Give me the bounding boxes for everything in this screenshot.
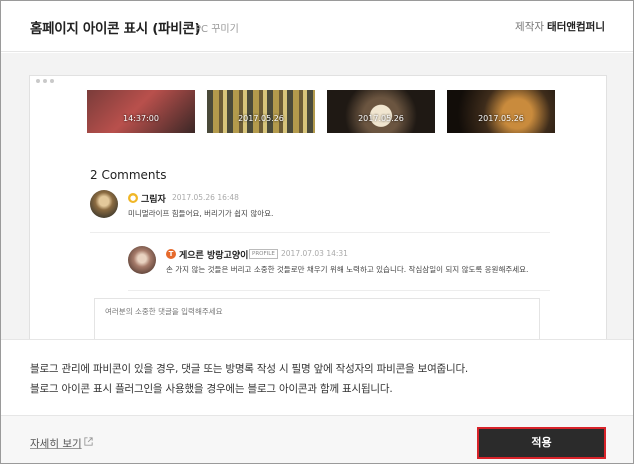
comment-author: 그림자 [141,195,166,205]
favicon-badge-icon: ● [128,193,138,203]
comment-author: 게으른 방랑고양이 [179,251,249,261]
comment-input-placeholder: 여러분의 소중한 댓글을 입력해주세요 [105,307,223,316]
thumbnail-date: 14:37:00 [123,114,159,123]
more-info-link[interactable]: 자세히 보기 [30,436,82,451]
thumbnail-date: 2017.05.26 [478,114,524,123]
dialog-footer: 자세히 보기 적용 [1,415,633,463]
comment-reply-item: T 게으른 방랑고양이 PROFILE 2017.07.03 14:31 손 가… [128,246,568,286]
browser-title-bar [30,76,606,88]
post-thumbnail: 2017.05.26 [327,90,435,133]
dialog-header: 홈페이지 아이콘 표시 (파비콘) PC 꾸미기 제작자 태터앤컴퍼니 [1,1,633,52]
maker-label: 제작자 [515,21,545,33]
divider [128,290,550,291]
apply-button[interactable]: 적용 [477,427,606,459]
plugin-category: PC 꾸미기 [195,24,239,35]
preview-browser-window: 14:37:00 2017.05.26 2017.05.26 2017.05.2… [29,75,607,339]
plugin-description: 블로그 관리에 파비콘이 있을 경우, 댓글 또는 방명록 작성 시 필명 앞에… [1,339,633,415]
window-dot-icon [43,79,47,83]
comment-text: 미니멀라이프 힘들어요, 버리기가 쉽지 않아요. [128,209,274,218]
avatar [128,246,156,274]
preview-area: 14:37:00 2017.05.26 2017.05.26 2017.05.2… [1,53,633,339]
comments-title: 2 Comments [90,168,167,182]
post-thumbnail: 14:37:00 [87,90,195,133]
description-line: 블로그 아이콘 표시 플러그인을 사용했을 경우에는 블로그 아이콘과 함께 표… [30,383,393,395]
maker-name: 태터앤컴퍼니 [547,21,605,33]
divider [90,232,550,233]
comment-item: ● 그림자 2017.05.26 16:48 미니멀라이프 힘들어요, 버리기가… [90,190,550,230]
post-thumbnails: 14:37:00 2017.05.26 2017.05.26 2017.05.2… [87,90,555,134]
comment-input: 여러분의 소중한 댓글을 입력해주세요 [94,298,540,339]
window-dot-icon [36,79,40,83]
plugin-dialog: 홈페이지 아이콘 표시 (파비콘) PC 꾸미기 제작자 태터앤컴퍼니 14:37… [0,0,634,464]
description-line: 블로그 관리에 파비콘이 있을 경우, 댓글 또는 방명록 작성 시 필명 앞에… [30,363,469,375]
comment-date: 2017.07.03 14:31 [281,249,348,258]
favicon-badge-icon: T [166,249,176,259]
maker-info: 제작자 태터앤컴퍼니 [515,19,605,34]
comment-date: 2017.05.26 16:48 [172,193,239,202]
thumbnail-date: 2017.05.26 [358,114,404,123]
profile-tag: PROFILE [249,249,278,259]
external-link-icon[interactable] [83,436,94,447]
window-dot-icon [50,79,54,83]
plugin-title: 홈페이지 아이콘 표시 (파비콘) [30,21,201,37]
comment-text: 손 가지 않는 것들은 버리고 소중한 것들로만 채우기 위해 노력하고 있습니… [166,265,529,274]
post-thumbnail: 2017.05.26 [207,90,315,133]
avatar [90,190,118,218]
thumbnail-date: 2017.05.26 [238,114,284,123]
post-thumbnail: 2017.05.26 [447,90,555,133]
